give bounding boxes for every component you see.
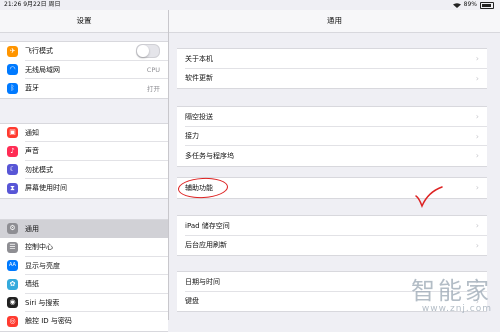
sidebar-item-airplane-mode[interactable]: ✈ 飞行模式: [0, 42, 168, 61]
notifications-icon: ▣: [7, 127, 18, 139]
row-about[interactable]: 关于本机 ›: [177, 49, 487, 69]
sidebar-item-display-brightness[interactable]: AA 显示与亮度: [0, 257, 168, 275]
moon-icon: ☾: [7, 164, 18, 176]
general-settings-panel: 通用 关于本机 › 软件更新 › 隔空投送 › 接力 › 多任务与程序坞 › 辅: [169, 10, 500, 320]
chevron-right-icon: ›: [475, 54, 479, 64]
gear-icon: ⚙: [7, 223, 18, 235]
sidebar-item-control-center[interactable]: ☰ 控制中心: [0, 238, 168, 257]
airplane-mode-toggle[interactable]: [136, 44, 160, 59]
sidebar-item-label: 控制中心: [25, 243, 53, 252]
row-label: 接力: [185, 132, 199, 141]
sidebar-item-general[interactable]: ⚙ 通用: [0, 219, 168, 238]
main-group-airdrop: 隔空投送 › 接力 › 多任务与程序坞 ›: [177, 106, 487, 167]
row-label: 隔空投送: [185, 112, 213, 121]
sidebar-item-bluetooth[interactable]: ᛒ 蓝牙 打开: [0, 79, 168, 98]
sidebar-group-device: ⚙ 通用 ☰ 控制中心 AA 显示与亮度 ✿ 墙纸 ◉ Siri 与搜索 ◎ 触…: [0, 218, 168, 332]
sidebar-item-touch-id-passcode[interactable]: ◎ 触控 ID 与密码: [0, 312, 168, 331]
control-center-icon: ☰: [7, 241, 18, 253]
sidebar-item-label: 触控 ID 与密码: [25, 317, 72, 326]
row-label: iPad 储存空间: [185, 221, 230, 230]
display-brightness-icon: AA: [7, 260, 18, 272]
wifi-network-name: CPU: [146, 65, 160, 74]
siri-icon: ◉: [7, 297, 18, 309]
main-group-storage: iPad 储存空间 › 后台应用刷新 ›: [177, 215, 487, 256]
sidebar-item-screen-time[interactable]: ⧗ 屏幕使用时间: [0, 179, 168, 198]
checkmark-annotation-icon: [415, 186, 443, 208]
row-label: 软件更新: [185, 74, 213, 83]
sidebar-item-label: 无线局域网: [25, 65, 60, 74]
battery-percentage: 89%: [463, 1, 477, 8]
chevron-right-icon: ›: [475, 240, 479, 250]
row-handoff[interactable]: 接力 ›: [177, 127, 487, 146]
sidebar-item-label: 通知: [25, 128, 39, 137]
row-airdrop[interactable]: 隔空投送 ›: [177, 107, 487, 127]
sidebar-title: 设置: [0, 10, 168, 33]
sidebar-item-label: 声音: [25, 147, 39, 156]
sound-icon: ♪: [7, 145, 18, 157]
wifi-icon: ◠: [7, 64, 18, 76]
sidebar-item-label: 飞行模式: [25, 47, 53, 56]
sidebar-item-label: 勿扰模式: [25, 165, 53, 174]
chevron-right-icon: ›: [475, 221, 479, 231]
airplane-icon: ✈: [7, 45, 18, 57]
sidebar-item-label: 显示与亮度: [25, 261, 60, 270]
row-label: 关于本机: [185, 54, 213, 63]
sidebar-item-do-not-disturb[interactable]: ☾ 勿扰模式: [0, 161, 168, 179]
sidebar-item-label: 墙纸: [25, 280, 39, 289]
sidebar-item-label: 蓝牙: [25, 84, 39, 93]
chevron-right-icon: ›: [475, 151, 479, 161]
status-bar: 21:26 9月22日 周日 89%: [0, 0, 500, 10]
sidebar-item-siri-search[interactable]: ◉ Siri 与搜索: [0, 294, 168, 312]
status-time-date: 21:26 9月22日 周日: [4, 1, 61, 8]
row-label: 多任务与程序坞: [185, 151, 234, 160]
row-software-update[interactable]: 软件更新 ›: [177, 69, 487, 89]
sidebar-item-label: 通用: [25, 224, 39, 233]
sidebar-item-wifi[interactable]: ◠ 无线局域网 CPU: [0, 61, 168, 79]
row-multitasking-dock[interactable]: 多任务与程序坞 ›: [177, 146, 487, 166]
wallpaper-icon: ✿: [7, 278, 18, 290]
sidebar-item-sounds[interactable]: ♪ 声音: [0, 142, 168, 161]
chevron-right-icon: ›: [475, 73, 479, 83]
row-background-app-refresh[interactable]: 后台应用刷新 ›: [177, 236, 487, 256]
sidebar-item-label: Siri 与搜索: [25, 298, 60, 307]
sidebar-item-label: 屏幕使用时间: [25, 184, 67, 193]
main-group-about: 关于本机 › 软件更新 ›: [177, 48, 487, 89]
watermark-url: www.znj.com: [421, 304, 492, 314]
chevron-right-icon: ›: [475, 112, 479, 122]
sidebar-group-notifications: ▣ 通知 ♪ 声音 ☾ 勿扰模式 ⧗ 屏幕使用时间: [0, 122, 168, 199]
sidebar-item-wallpaper[interactable]: ✿ 墙纸: [0, 275, 168, 294]
chevron-right-icon: ›: [475, 183, 479, 193]
sidebar-group-connectivity: ✈ 飞行模式 ◠ 无线局域网 CPU ᛒ 蓝牙 打开: [0, 41, 168, 99]
page-title: 通用: [169, 10, 500, 33]
bluetooth-icon: ᛒ: [7, 82, 18, 94]
sidebar-item-notifications[interactable]: ▣ 通知: [0, 124, 168, 142]
watermark-logo: 智能家: [411, 277, 492, 305]
bluetooth-status: 打开: [147, 85, 160, 94]
chevron-right-icon: ›: [475, 131, 479, 141]
row-ipad-storage[interactable]: iPad 储存空间 ›: [177, 216, 487, 236]
battery-icon: [480, 1, 494, 9]
row-label: 后台应用刷新: [185, 241, 227, 250]
wifi-signal-icon: [452, 2, 461, 8]
settings-sidebar: 设置 ✈ 飞行模式 ◠ 无线局域网 CPU ᛒ 蓝牙 打开 ▣ 通知 ♪ 声音: [0, 10, 169, 332]
watermark: 智能家 www.znj.com: [411, 278, 492, 314]
hourglass-icon: ⧗: [7, 182, 18, 194]
fingerprint-icon: ◎: [7, 315, 18, 327]
